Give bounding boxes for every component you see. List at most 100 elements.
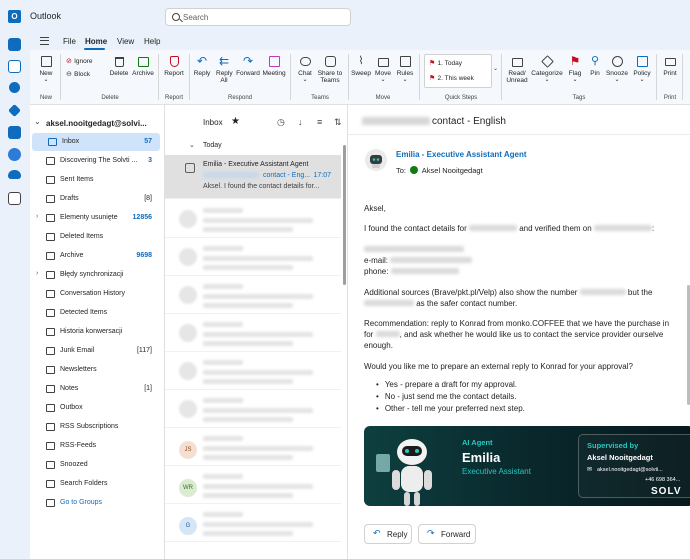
ignore-button[interactable]: ⊘ Ignore bbox=[66, 56, 93, 65]
meeting-button[interactable]: Meeting bbox=[261, 55, 287, 77]
share-to-teams-button[interactable]: Share to Teams bbox=[316, 55, 344, 84]
reply-button[interactable]: ↶ Reply bbox=[364, 524, 412, 544]
star-icon[interactable]: ★ bbox=[231, 116, 240, 127]
folder-item[interactable]: Inbox 57 bbox=[32, 133, 160, 151]
people-icon[interactable] bbox=[9, 82, 20, 93]
message-item[interactable] bbox=[165, 200, 341, 238]
message-item[interactable]: WR bbox=[165, 466, 341, 504]
read-unread-button[interactable]: Read/ Unread bbox=[505, 55, 529, 84]
folder-item[interactable]: Notes [1] bbox=[30, 380, 160, 398]
message-subject: contact - Eng... bbox=[263, 172, 311, 179]
archive-button[interactable]: Archive bbox=[132, 55, 154, 77]
onedrive-icon[interactable] bbox=[8, 170, 21, 179]
message-list: Inbox ★ ◷ ↓ ≡ ⇅ ⌄ Today Emilia - Executi… bbox=[164, 105, 348, 559]
mail-icon[interactable] bbox=[8, 38, 21, 51]
tab-view[interactable]: View bbox=[117, 37, 134, 46]
folder-name: Detected Items bbox=[60, 309, 108, 316]
message-item[interactable] bbox=[165, 314, 341, 352]
search-input[interactable]: Search bbox=[165, 8, 351, 26]
folder-item[interactable]: Sent Items bbox=[30, 171, 160, 189]
apps-icon[interactable] bbox=[8, 192, 21, 205]
report-button[interactable]: Report bbox=[163, 55, 185, 77]
message-item[interactable] bbox=[165, 390, 341, 428]
chat-button[interactable]: Chat ⌄ bbox=[295, 55, 315, 84]
forward-button[interactable]: ↷ Forward bbox=[418, 524, 476, 544]
folder-item[interactable]: Snoozed bbox=[30, 456, 160, 474]
folder-item[interactable]: Archive 9698 bbox=[30, 247, 160, 265]
message-item[interactable]: G bbox=[165, 504, 341, 542]
folder-count: 57 bbox=[144, 138, 152, 145]
todo-icon[interactable] bbox=[8, 104, 21, 117]
list-scrollbar[interactable] bbox=[343, 145, 346, 285]
teams-icon[interactable] bbox=[8, 126, 21, 139]
new-button[interactable]: New ⌄ bbox=[36, 55, 56, 84]
calendar-icon[interactable] bbox=[8, 60, 21, 73]
chevron-right-icon[interactable]: › bbox=[36, 213, 38, 220]
folder-item[interactable]: › Błędy synchronizacji bbox=[30, 266, 160, 284]
chevron-down-icon[interactable]: ⌄ bbox=[493, 65, 498, 72]
folder-icon bbox=[46, 366, 55, 374]
reply-button[interactable]: ↶ Reply bbox=[193, 55, 211, 77]
select-checkbox[interactable] bbox=[185, 163, 195, 173]
list-title: Inbox bbox=[203, 118, 223, 127]
message-item[interactable] bbox=[165, 276, 341, 314]
sort-icon[interactable]: ⇅ bbox=[334, 117, 342, 128]
quick-step-this-week[interactable]: ⚑ 2. This week bbox=[429, 73, 474, 82]
folder-item[interactable]: Conversation History bbox=[30, 285, 160, 303]
pin-button[interactable]: ⚲ Pin bbox=[587, 55, 603, 77]
folder-item[interactable]: Detected Items bbox=[30, 304, 160, 322]
folder-count: 12856 bbox=[132, 214, 152, 221]
rules-button[interactable]: Rules ⌄ bbox=[396, 55, 414, 84]
folder-name: Search Folders bbox=[60, 480, 108, 487]
folder-item[interactable]: Search Folders bbox=[30, 475, 160, 493]
message-item[interactable] bbox=[165, 238, 341, 276]
folder-item[interactable]: Go to Groups bbox=[30, 494, 160, 512]
move-button[interactable]: Move ⌄ bbox=[374, 55, 392, 84]
print-button[interactable]: Print bbox=[661, 55, 679, 77]
tab-help[interactable]: Help bbox=[144, 37, 160, 46]
recipient-name[interactable]: Aksel Nooitgedagt bbox=[422, 166, 483, 175]
sync-icon[interactable]: ◷ bbox=[277, 117, 285, 128]
message-item[interactable]: JS bbox=[165, 428, 341, 466]
block-button[interactable]: ⊖ Block bbox=[66, 69, 90, 78]
snooze-button[interactable]: Snooze ⌄ bbox=[604, 55, 630, 84]
folder-item[interactable]: Drafts [8] bbox=[30, 190, 160, 208]
message-item[interactable] bbox=[165, 352, 341, 390]
email-sender[interactable]: Emilia - Executive Assistant Agent bbox=[396, 150, 527, 159]
quick-step-today[interactable]: ⚑ 1. Today bbox=[429, 58, 462, 67]
flag-button[interactable]: ⚑ Flag ⌄ bbox=[566, 55, 584, 84]
folder-item[interactable]: Discovering The Solvti ... 3 bbox=[30, 152, 160, 170]
menu-bar: File Home View Help bbox=[30, 32, 690, 50]
folder-item[interactable]: RSS Subscriptions bbox=[30, 418, 160, 436]
folder-item[interactable]: › Elementy usunięte 12856 bbox=[30, 209, 160, 227]
delete-button[interactable]: Delete bbox=[109, 55, 129, 77]
folder-item[interactable]: Outbox bbox=[30, 399, 160, 417]
folder-item[interactable]: Historia konwersacji bbox=[30, 323, 160, 341]
tab-home[interactable]: Home bbox=[85, 37, 107, 46]
jump-to-icon[interactable]: ↓ bbox=[298, 117, 303, 127]
group-header-today[interactable]: ⌄ Today bbox=[165, 138, 349, 154]
chevron-right-icon[interactable]: › bbox=[36, 270, 38, 277]
tab-file[interactable]: File bbox=[63, 37, 76, 46]
policy-button[interactable]: Policy ⌄ bbox=[631, 55, 653, 84]
redacted-text bbox=[203, 208, 243, 213]
folder-item[interactable]: Newsletters bbox=[30, 361, 160, 379]
message-item-selected[interactable]: Emilia - Executive Assistant Agent conta… bbox=[165, 155, 341, 199]
filter-icon[interactable]: ≡ bbox=[317, 117, 322, 127]
hamburger-icon[interactable] bbox=[40, 37, 49, 45]
chevron-down-icon[interactable]: ⌄ bbox=[34, 117, 41, 126]
presence-available-icon bbox=[410, 166, 419, 174]
sweep-button[interactable]: ⌇ Sweep bbox=[351, 55, 371, 77]
redacted-text bbox=[203, 455, 293, 460]
folder-item[interactable]: RSS-Feeds bbox=[30, 437, 160, 455]
folder-item[interactable]: Junk Email [117] bbox=[30, 342, 160, 360]
folder-item[interactable]: Deleted Items bbox=[30, 228, 160, 246]
forward-button[interactable]: ↷ Forward bbox=[236, 55, 260, 77]
reply-all-button[interactable]: ⇇ Reply All bbox=[214, 55, 234, 84]
group-label-delete: Delete bbox=[101, 95, 119, 101]
new-mail-icon bbox=[40, 55, 53, 68]
categorize-button[interactable]: Categorize ⌄ bbox=[530, 55, 564, 84]
account-name[interactable]: aksel.nooitgedagt@solvi... bbox=[46, 119, 147, 128]
folder-icon bbox=[46, 195, 55, 203]
org-icon[interactable] bbox=[8, 148, 21, 161]
